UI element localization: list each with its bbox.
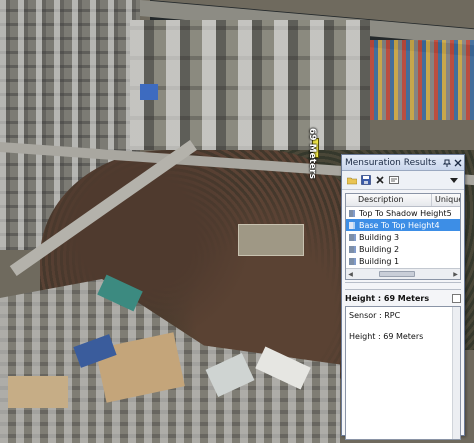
toolbar-spacer bbox=[402, 174, 446, 186]
blue-roof-building-top bbox=[140, 84, 158, 100]
measurement-icon bbox=[349, 221, 355, 229]
copy-icon[interactable] bbox=[452, 294, 461, 303]
hilltop-clearing bbox=[238, 224, 304, 256]
dropdown-arrow-icon[interactable] bbox=[448, 174, 460, 186]
scroll-track[interactable] bbox=[355, 271, 451, 277]
list-item-label: Base To Top Height4 bbox=[359, 220, 440, 230]
pin-icon[interactable] bbox=[442, 158, 451, 167]
list-item[interactable]: Top To Shadow Height5 bbox=[346, 207, 460, 219]
window-title: Mensuration Results bbox=[345, 157, 437, 168]
scroll-left-icon[interactable]: ◀ bbox=[346, 271, 355, 278]
save-icon[interactable] bbox=[360, 174, 372, 186]
list-item-label: Building 3 bbox=[359, 232, 400, 242]
measurement-icon bbox=[349, 209, 355, 217]
building-icon bbox=[349, 233, 356, 241]
delete-icon[interactable] bbox=[374, 174, 386, 186]
scroll-thumb[interactable] bbox=[379, 271, 415, 277]
detail-heading: Height : 69 Meters bbox=[345, 294, 430, 303]
apartment-blocks bbox=[130, 20, 370, 150]
open-folder-icon[interactable] bbox=[346, 174, 358, 186]
list-item-label: Building 1 bbox=[359, 256, 400, 266]
column-header-description[interactable]: Description bbox=[346, 194, 432, 206]
list-item[interactable]: Building 3 bbox=[346, 231, 460, 243]
vertical-scrollbar[interactable] bbox=[452, 307, 460, 439]
scroll-right-icon[interactable]: ▶ bbox=[451, 271, 460, 278]
building-icon bbox=[349, 257, 356, 265]
mensuration-results-window[interactable]: Mensuration Results Description Unique bbox=[341, 154, 465, 440]
list-item-selected[interactable]: Base To Top Height4 bbox=[346, 219, 460, 231]
horizontal-scrollbar[interactable]: ◀ ▶ bbox=[346, 268, 460, 279]
detail-panel[interactable]: Sensor : RPC Height : 69 Meters bbox=[345, 306, 461, 440]
properties-icon[interactable] bbox=[388, 174, 400, 186]
measurement-label: 69 Meters bbox=[307, 128, 317, 179]
pane-splitter[interactable] bbox=[345, 282, 461, 290]
list-item-label: Top To Shadow Height5 bbox=[359, 208, 452, 218]
list-item-label: Building 2 bbox=[359, 244, 400, 254]
list-item[interactable]: Building 2 bbox=[346, 243, 460, 255]
window-titlebar[interactable]: Mensuration Results bbox=[342, 155, 464, 171]
list-item[interactable]: Building 1 bbox=[346, 255, 460, 267]
container-yard bbox=[370, 40, 474, 120]
detail-heading-row: Height : 69 Meters bbox=[345, 294, 461, 303]
height-text: Height : 69 Meters bbox=[349, 332, 424, 341]
building-icon bbox=[349, 245, 356, 253]
sensor-text: Sensor : RPC bbox=[349, 311, 401, 320]
list-header: Description Unique bbox=[346, 194, 460, 207]
results-list[interactable]: Description Unique Top To Shadow Height5… bbox=[345, 193, 461, 280]
close-icon[interactable] bbox=[453, 158, 462, 167]
toolbar bbox=[342, 171, 464, 190]
sports-field-small bbox=[8, 376, 68, 408]
column-header-unique[interactable]: Unique bbox=[432, 194, 460, 206]
